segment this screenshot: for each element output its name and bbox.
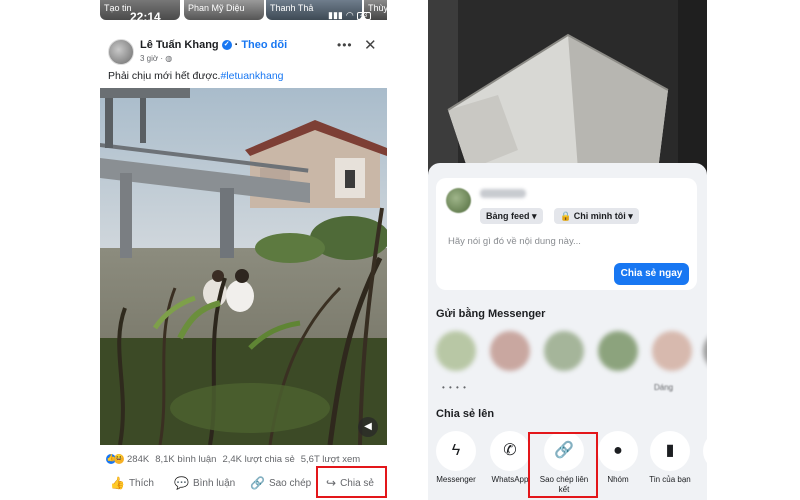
app-label-messenger: Messenger bbox=[436, 475, 476, 484]
close-icon[interactable]: ✕ bbox=[364, 36, 377, 54]
contact-label: Dáng bbox=[654, 383, 674, 392]
link-icon: 🔗 bbox=[250, 476, 265, 490]
messenger-share-button[interactable]: ϟ bbox=[436, 431, 476, 471]
story-label: Thanh Thả bbox=[270, 3, 314, 13]
messenger-contact[interactable] bbox=[652, 331, 692, 371]
verified-icon: ✓ bbox=[221, 40, 232, 50]
like-button[interactable]: 👍 Thích bbox=[110, 476, 154, 490]
messenger-contact[interactable] bbox=[544, 331, 584, 371]
post-time: 3 giờ · ◍ bbox=[140, 54, 173, 63]
whatsapp-share-button[interactable]: ✆ bbox=[490, 431, 530, 471]
comment-count[interactable]: 8,1K bình luận bbox=[155, 454, 216, 465]
post-stats: 👍 😆 284K 8,1K bình luận 2,4K lượt chia s… bbox=[106, 452, 386, 466]
screenshot-canvas: Tạo tin Phan Mỹ Diệu Thanh Thả Thùy Lin … bbox=[0, 0, 800, 500]
user-name-blurred bbox=[480, 189, 526, 198]
dot-separator: · bbox=[234, 39, 239, 51]
like-label: Thích bbox=[128, 477, 154, 489]
more-options-icon[interactable]: ••• bbox=[337, 38, 353, 52]
caption-text: Phải chịu mới hết được. bbox=[108, 70, 221, 82]
app-label-group: Nhóm bbox=[607, 475, 629, 484]
follow-button[interactable]: Theo dõi bbox=[241, 39, 287, 51]
video-frame bbox=[100, 88, 387, 445]
share-sheet: Bảng feed ▾ 🔒 Chỉ mình tôi ▾ Hãy nói gì … bbox=[428, 163, 707, 500]
copy-label: Sao chép bbox=[268, 477, 312, 489]
group-icon: ● bbox=[613, 442, 623, 459]
group-share-button[interactable]: ● bbox=[598, 431, 638, 471]
story-label: Phan Mỹ Diệu bbox=[188, 3, 245, 13]
stories-strip: Tạo tin Phan Mỹ Diệu Thanh Thả Thùy Lin … bbox=[100, 0, 387, 24]
contact-label: • • • • bbox=[442, 383, 467, 392]
story-label: Thùy Lin bbox=[368, 3, 387, 13]
share-to-section-title: Chia sẻ lên bbox=[436, 408, 495, 420]
post-caption: Phải chịu mới hết được.#letuankhang bbox=[108, 70, 284, 82]
post-screen: Tạo tin Phan Mỹ Diệu Thanh Thả Thùy Lin … bbox=[100, 0, 387, 500]
comment-label: Bình luận bbox=[192, 477, 236, 489]
whatsapp-icon: ✆ bbox=[503, 442, 517, 459]
wifi-icon: ◠ bbox=[345, 10, 354, 20]
more-share-button[interactable] bbox=[703, 431, 707, 471]
messenger-contact[interactable] bbox=[598, 331, 638, 371]
copy-button[interactable]: 🔗 Sao chép bbox=[250, 476, 311, 490]
audience-feed-dropdown[interactable]: Bảng feed ▾ bbox=[480, 208, 543, 224]
share-highlight-box bbox=[316, 466, 387, 498]
story-label: Tạo tin bbox=[104, 3, 132, 13]
copy-link-highlight-box bbox=[528, 432, 598, 498]
story-share-button[interactable]: ▮ bbox=[650, 431, 690, 471]
reaction-icons: 👍 😆 bbox=[106, 454, 124, 464]
messenger-icon: ϟ bbox=[451, 442, 461, 459]
reaction-count[interactable]: 284K bbox=[127, 454, 149, 465]
story-item[interactable]: Phan Mỹ Diệu bbox=[184, 0, 264, 20]
status-time: 22:14 bbox=[130, 10, 161, 24]
hashtag-link[interactable]: #letuankhang bbox=[220, 70, 283, 82]
author-name[interactable]: Lê Tuấn Khang bbox=[140, 39, 219, 51]
share-count[interactable]: 2,4K lượt chia sẻ bbox=[222, 454, 294, 465]
signal-icon: ▮▮▮ bbox=[328, 10, 343, 20]
view-count: 5,6T lượt xem bbox=[300, 453, 361, 465]
post-video[interactable]: ◀ bbox=[100, 88, 387, 445]
post-header: Lê Tuấn Khang ✓ · Theo dõi 3 giờ · ◍ •••… bbox=[100, 34, 387, 68]
battery-icon: 43 bbox=[356, 11, 371, 20]
messenger-contact[interactable] bbox=[436, 331, 476, 371]
story-icon: ▮ bbox=[665, 442, 675, 459]
author-avatar[interactable] bbox=[108, 39, 134, 65]
thumbs-up-icon: 👍 bbox=[110, 476, 125, 490]
share-message-input[interactable]: Hãy nói gì đó về nội dung này... bbox=[448, 236, 581, 247]
comment-button[interactable]: 💬 Bình luận bbox=[174, 476, 235, 490]
messenger-contact[interactable] bbox=[703, 331, 707, 371]
messenger-section-title: Gửi bằng Messenger bbox=[436, 308, 546, 320]
messenger-contact[interactable] bbox=[490, 331, 530, 371]
share-composer-card: Bảng feed ▾ 🔒 Chỉ mình tôi ▾ Hãy nói gì … bbox=[436, 178, 697, 290]
user-avatar bbox=[446, 188, 471, 213]
privacy-dropdown[interactable]: 🔒 Chỉ mình tôi ▾ bbox=[554, 208, 639, 224]
share-now-button[interactable]: Chia sẻ ngay bbox=[614, 263, 689, 285]
mute-icon[interactable]: ◀ bbox=[358, 417, 378, 437]
comment-icon: 💬 bbox=[174, 476, 189, 490]
author-line: Lê Tuấn Khang ✓ · Theo dõi bbox=[140, 39, 287, 51]
status-icons: ▮▮▮ ◠ 43 bbox=[328, 10, 371, 21]
app-label-story: Tin của bạn bbox=[649, 475, 691, 484]
haha-reaction-icon: 😆 bbox=[114, 454, 124, 464]
share-sheet-screen: Bảng feed ▾ 🔒 Chỉ mình tôi ▾ Hãy nói gì … bbox=[428, 0, 707, 500]
background-video-frame bbox=[428, 0, 707, 170]
